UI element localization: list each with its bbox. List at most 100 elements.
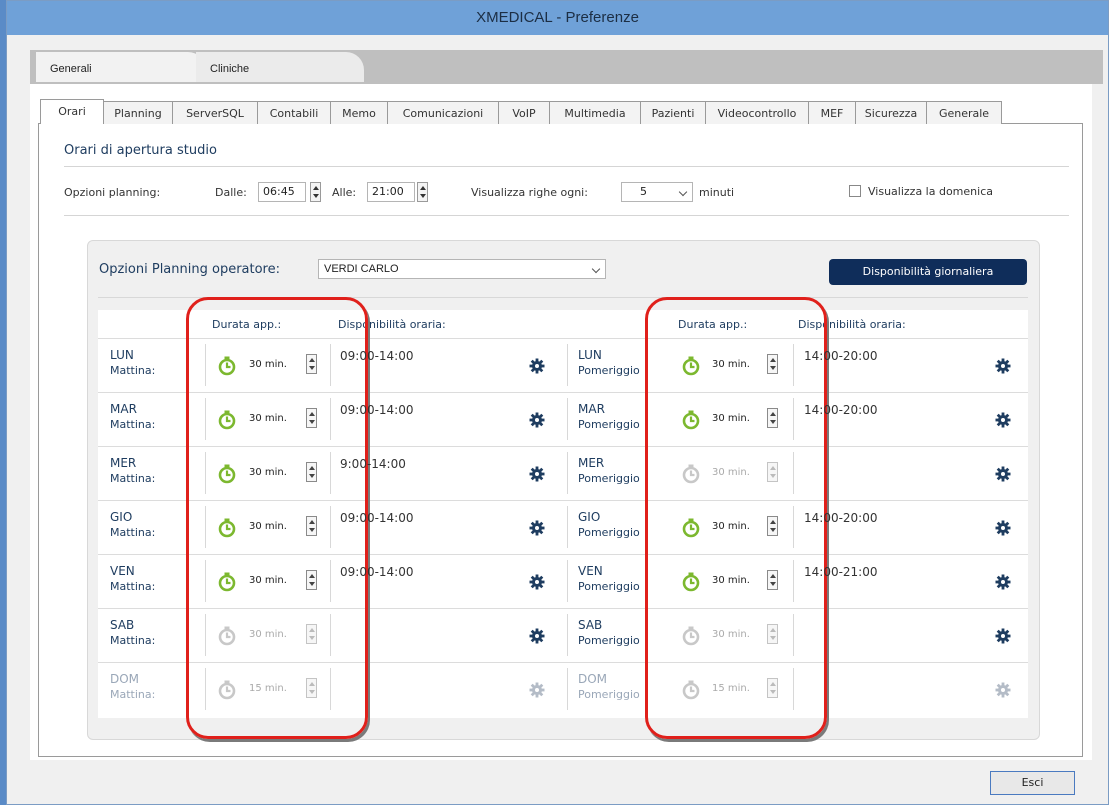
- duration-value-pm[interactable]: 30 min.: [712, 359, 750, 370]
- day-label-pm: GIO Pomeriggio:: [578, 510, 640, 540]
- cell-separator: [793, 344, 794, 386]
- cell-separator: [205, 452, 206, 494]
- duration-stepper-pm[interactable]: [767, 408, 778, 428]
- to-time-stepper[interactable]: [417, 182, 428, 202]
- gear-icon[interactable]: [995, 466, 1011, 482]
- day-period: Mattina:: [110, 364, 156, 377]
- duration-stepper-pm[interactable]: [767, 354, 778, 374]
- duration-stepper-am[interactable]: [306, 678, 317, 698]
- from-time-stepper[interactable]: [310, 182, 321, 202]
- day-name: SAB: [578, 618, 603, 632]
- day-period: Mattina:: [110, 580, 156, 593]
- gear-icon[interactable]: [995, 682, 1011, 698]
- from-time-input[interactable]: 06:45: [258, 182, 306, 202]
- day-period: Mattina:: [110, 472, 156, 485]
- duration-stepper-pm[interactable]: [767, 462, 778, 482]
- to-time-input[interactable]: 21:00: [367, 182, 415, 202]
- gear-icon[interactable]: [529, 682, 545, 698]
- day-label-am: MAR Mattina:: [110, 402, 190, 432]
- tab-generale[interactable]: Generale: [926, 101, 1002, 124]
- duration-value-pm[interactable]: 30 min.: [712, 521, 750, 532]
- tab-cliniche[interactable]: Cliniche: [196, 52, 364, 82]
- tab-voip[interactable]: VoIP: [498, 101, 550, 124]
- duration-stepper-pm[interactable]: [767, 570, 778, 590]
- tab-generali[interactable]: Generali: [36, 52, 206, 82]
- operator-select[interactable]: VERDI CARLO: [318, 259, 606, 279]
- stopwatch-icon: [682, 518, 700, 538]
- availability-value-am: 09:00-14:00: [340, 511, 414, 525]
- duration-stepper-am[interactable]: [306, 462, 317, 482]
- cell-separator: [205, 398, 206, 440]
- day-name: LUN: [578, 348, 602, 362]
- gear-icon[interactable]: [529, 520, 545, 536]
- stopwatch-icon: [218, 572, 236, 592]
- duration-value-am[interactable]: 30 min.: [249, 413, 287, 424]
- day-label-pm: MAR Pomeriggio:: [578, 402, 640, 432]
- gear-icon[interactable]: [529, 628, 545, 644]
- gear-icon[interactable]: [529, 466, 545, 482]
- cell-separator: [330, 560, 331, 602]
- duration-stepper-am[interactable]: [306, 516, 317, 536]
- tab-sicurezza[interactable]: Sicurezza: [855, 101, 927, 124]
- duration-value-am[interactable]: 30 min.: [249, 521, 287, 532]
- day-name: GIO: [578, 510, 601, 524]
- operator-value: VERDI CARLO: [324, 263, 399, 275]
- stopwatch-icon: [218, 356, 236, 376]
- gear-icon[interactable]: [995, 574, 1011, 590]
- duration-value-pm[interactable]: 30 min.: [712, 575, 750, 586]
- day-name: VEN: [578, 564, 603, 578]
- duration-value-am[interactable]: 30 min.: [249, 629, 287, 640]
- stopwatch-icon: [682, 680, 700, 700]
- gear-icon[interactable]: [995, 358, 1011, 374]
- duration-value-am[interactable]: 30 min.: [249, 575, 287, 586]
- duration-stepper-am[interactable]: [306, 624, 317, 644]
- gear-icon[interactable]: [529, 358, 545, 374]
- availability-value-pm: 14:00-20:00: [804, 403, 878, 417]
- duration-stepper-pm[interactable]: [767, 678, 778, 698]
- tab-memo[interactable]: Memo: [330, 101, 388, 124]
- duration-stepper-am[interactable]: [306, 408, 317, 428]
- day-period: Pomeriggio:: [578, 580, 640, 593]
- gear-icon[interactable]: [995, 628, 1011, 644]
- availability-value-pm: 14:00-21:00: [804, 565, 878, 579]
- cell-separator: [567, 614, 568, 656]
- tab-serversql[interactable]: ServerSQL: [172, 101, 258, 124]
- duration-stepper-pm[interactable]: [767, 516, 778, 536]
- availability-value-pm: 14:00-20:00: [804, 349, 878, 363]
- show-sunday-checkbox[interactable]: [849, 185, 861, 197]
- tab-comunicazioni[interactable]: Comunicazioni: [387, 101, 499, 124]
- cell-separator: [330, 506, 331, 548]
- daily-availability-button[interactable]: Disponibilità giornaliera: [829, 259, 1027, 285]
- gear-icon[interactable]: [529, 574, 545, 590]
- tab-multimedia[interactable]: Multimedia: [549, 101, 641, 124]
- exit-button[interactable]: Esci: [990, 771, 1075, 795]
- day-period: Mattina:: [110, 688, 156, 701]
- tab-pazienti[interactable]: Pazienti: [640, 101, 706, 124]
- gear-icon[interactable]: [529, 412, 545, 428]
- planning-options-label: Opzioni planning:: [64, 186, 161, 199]
- duration-value-pm[interactable]: 30 min.: [712, 413, 750, 424]
- day-name: MER: [110, 456, 137, 470]
- stopwatch-icon: [682, 572, 700, 592]
- tab-contabili[interactable]: Contabili: [257, 101, 331, 124]
- day-label-pm: SAB Pomeriggio:: [578, 618, 640, 648]
- duration-stepper-am[interactable]: [306, 354, 317, 374]
- duration-value-pm[interactable]: 30 min.: [712, 467, 750, 478]
- day-label-am: VEN Mattina:: [110, 564, 190, 594]
- duration-stepper-am[interactable]: [306, 570, 317, 590]
- tab-videocontrollo[interactable]: Videocontrollo: [705, 101, 809, 124]
- duration-value-am[interactable]: 15 min.: [249, 683, 287, 694]
- duration-value-am[interactable]: 30 min.: [249, 359, 287, 370]
- duration-value-am[interactable]: 30 min.: [249, 467, 287, 478]
- tab-orari[interactable]: Orari: [40, 99, 104, 124]
- gear-icon[interactable]: [995, 412, 1011, 428]
- duration-value-pm[interactable]: 15 min.: [712, 683, 750, 694]
- tab-mef[interactable]: MEF: [808, 101, 856, 124]
- rows-interval-select[interactable]: 5: [621, 182, 693, 202]
- duration-value-pm[interactable]: 30 min.: [712, 629, 750, 640]
- duration-stepper-pm[interactable]: [767, 624, 778, 644]
- cell-separator: [793, 614, 794, 656]
- day-name: LUN: [110, 348, 134, 362]
- tab-planning[interactable]: Planning: [103, 101, 173, 124]
- gear-icon[interactable]: [995, 520, 1011, 536]
